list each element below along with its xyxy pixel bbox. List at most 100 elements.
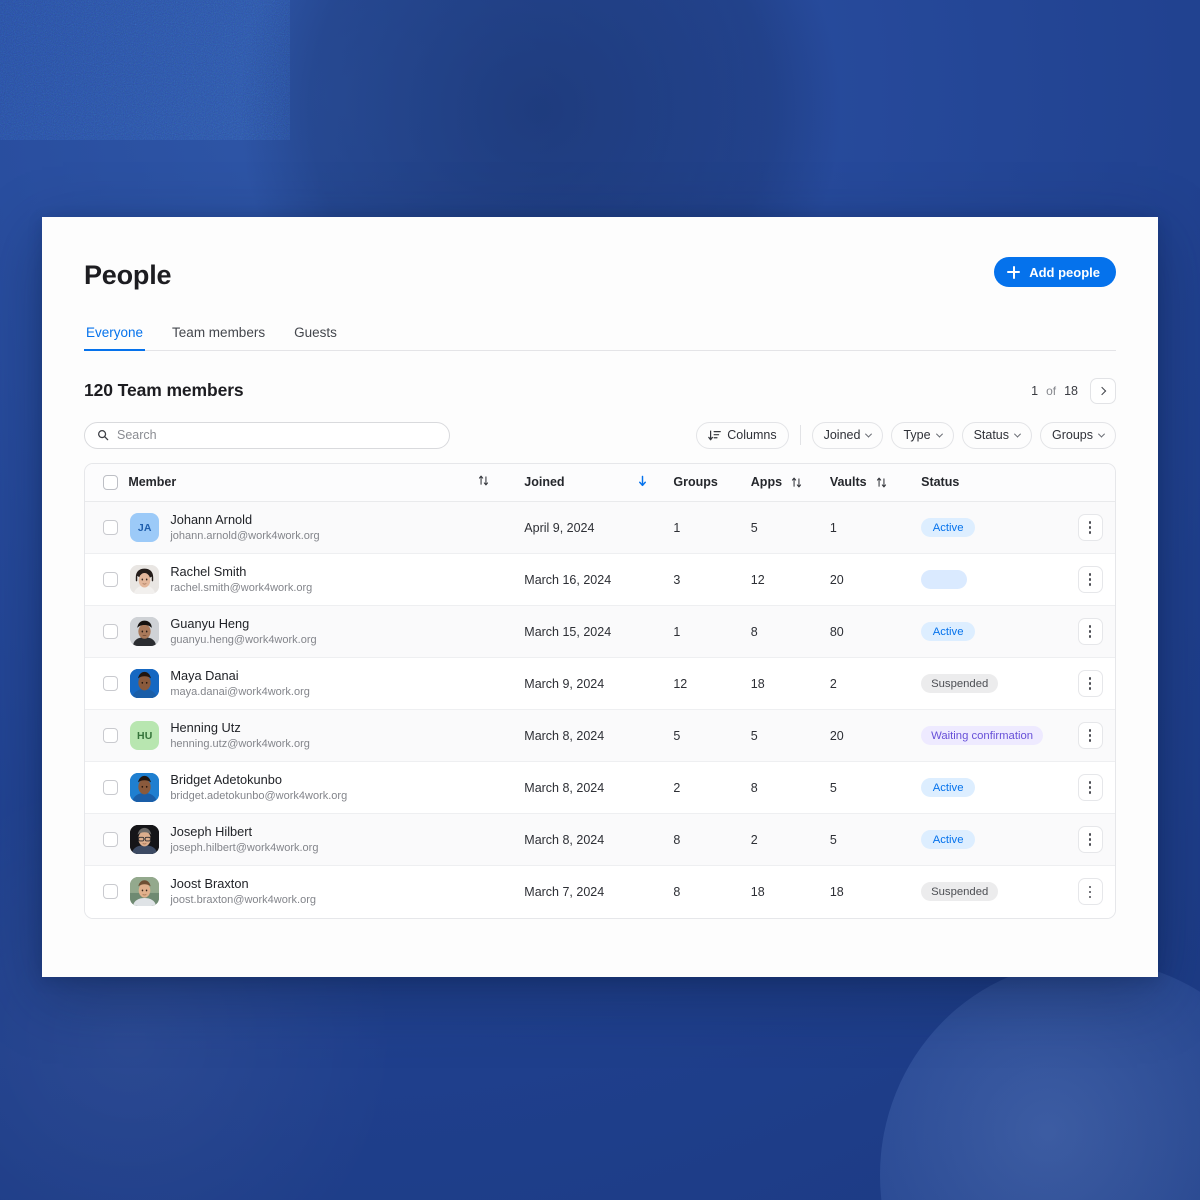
filter-status-label: Status [973, 428, 1009, 443]
status-cell: Active [921, 761, 1066, 815]
status-badge [921, 570, 968, 590]
table-row[interactable]: Joseph Hilbert joseph.hilbert@work4work.… [85, 813, 1115, 867]
member-name: Johann Arnold [170, 511, 253, 527]
status-cell: Active [921, 501, 1066, 555]
row-checkbox[interactable] [103, 780, 118, 796]
header-vaults[interactable]: Vaults [829, 463, 922, 503]
status-badge: Suspended [921, 882, 999, 902]
row-select-cell [85, 657, 129, 711]
header-status[interactable]: Status [921, 463, 1066, 503]
dot [1088, 526, 1092, 529]
row-checkbox[interactable] [103, 728, 118, 744]
row-more-menu-button[interactable] [1077, 722, 1103, 750]
apps-cell: 8 [750, 605, 830, 659]
member-name: Maya Danai [170, 667, 239, 683]
filter-type-button[interactable]: Type [891, 421, 954, 449]
row-checkbox[interactable] [103, 520, 118, 536]
dot [1088, 682, 1092, 685]
table-row[interactable]: Guanyu Heng guanyu.heng@work4work.org Ma… [85, 605, 1115, 659]
vaults-cell: 5 [829, 761, 922, 815]
row-more-menu-button[interactable] [1077, 774, 1103, 802]
tab-everyone[interactable]: Everyone [84, 325, 146, 351]
avatar-initials: JA [137, 521, 152, 534]
row-checkbox[interactable] [103, 572, 118, 588]
member-email: maya.danai@work4work.org [170, 685, 310, 698]
sort-descending-icon [708, 430, 722, 441]
header-joined[interactable]: Joined [524, 463, 636, 503]
avatar-initials: HU [137, 729, 153, 742]
header-member[interactable]: Member [128, 463, 477, 503]
row-checkbox[interactable] [103, 624, 118, 640]
dot [1088, 890, 1092, 894]
dot [1088, 843, 1092, 847]
search-input[interactable] [117, 428, 437, 443]
summary-row: 120 Team members 1 of 18 [84, 377, 1116, 404]
header-select-all [85, 463, 129, 503]
row-more-menu-button[interactable] [1077, 826, 1103, 854]
search-icon [98, 430, 109, 441]
header-apps[interactable]: Apps [750, 463, 830, 503]
member-cell: HU Henning Utz henning.utz@work4work.org [128, 709, 525, 763]
avatar [130, 565, 160, 595]
row-actions-cell [1065, 501, 1115, 555]
status-badge: Active [921, 830, 976, 850]
groups-cell: 1 [673, 605, 751, 659]
chevron-right-icon [1097, 386, 1107, 395]
apps-cell: 12 [750, 553, 830, 607]
row-select-cell [85, 605, 129, 659]
avatar: HU [130, 721, 160, 751]
status-cell: Suspended [921, 865, 1066, 918]
row-checkbox[interactable] [103, 884, 118, 900]
table-row[interactable]: Maya Danai maya.danai@work4work.org Marc… [85, 657, 1115, 711]
row-more-menu-button[interactable] [1077, 670, 1103, 698]
sort-updown-icon [478, 476, 489, 486]
pagination-next-button[interactable] [1090, 377, 1116, 404]
dot [1088, 635, 1092, 639]
member-email: guanyu.heng@work4work.org [170, 633, 317, 646]
member-name: Rachel Smith [170, 563, 247, 579]
table-row[interactable]: Bridget Adetokunbo bridget.adetokunbo@wo… [85, 761, 1115, 815]
search-box[interactable] [84, 421, 450, 449]
select-all-checkbox[interactable] [103, 474, 118, 490]
add-people-button[interactable]: Add people [994, 257, 1116, 287]
header-joined-sort[interactable] [635, 463, 674, 503]
tab-guests[interactable]: Guests [292, 325, 339, 351]
member-cell: Guanyu Heng guanyu.heng@work4work.org [128, 605, 525, 659]
table-row[interactable]: Joost Braxton joost.braxton@work4work.or… [85, 865, 1115, 918]
people-table: Member Joined Groups Apps Vaults Status … [84, 462, 1116, 919]
filter-joined-button[interactable]: Joined [811, 421, 884, 449]
status-cell: Active [921, 605, 1066, 659]
page-header: People Add people [84, 257, 1116, 291]
header-member-sort[interactable] [477, 463, 525, 503]
member-cell: Joost Braxton joost.braxton@work4work.or… [128, 865, 525, 918]
filter-groups-button[interactable]: Groups [1040, 421, 1116, 449]
row-more-menu-button[interactable] [1077, 566, 1103, 594]
background-noise-texture [0, 0, 290, 140]
row-more-menu-button[interactable] [1077, 514, 1103, 542]
member-email: rachel.smith@work4work.org [170, 581, 313, 594]
header-groups[interactable]: Groups [673, 463, 751, 503]
member-email: joost.braxton@work4work.org [170, 894, 316, 906]
dot [1088, 677, 1092, 680]
filter-status-button[interactable]: Status [961, 421, 1032, 449]
row-more-menu-button[interactable] [1077, 878, 1103, 906]
row-actions-cell [1065, 865, 1115, 918]
columns-button[interactable]: Columns [696, 421, 789, 449]
table-row[interactable]: JA Johann Arnold johann.arnold@work4work… [85, 501, 1115, 555]
table-row[interactable]: HU Henning Utz henning.utz@work4work.org… [85, 709, 1115, 763]
row-more-menu-button[interactable] [1077, 618, 1103, 646]
member-email: joseph.hilbert@work4work.org [170, 841, 319, 854]
apps-cell: 18 [750, 865, 830, 918]
tab-team-members[interactable]: Team members [170, 325, 267, 351]
dot [1088, 630, 1092, 633]
table-row[interactable]: Rachel Smith rachel.smith@work4work.org … [85, 553, 1115, 607]
dot [1088, 729, 1092, 732]
row-checkbox[interactable] [103, 832, 118, 848]
member-email: henning.utz@work4work.org [170, 737, 310, 750]
apps-cell: 5 [750, 709, 830, 763]
apps-cell: 18 [750, 657, 830, 711]
row-select-cell [85, 709, 129, 763]
row-checkbox[interactable] [103, 676, 118, 692]
row-select-cell [85, 813, 129, 867]
joined-cell: March 8, 2024 [524, 761, 674, 815]
